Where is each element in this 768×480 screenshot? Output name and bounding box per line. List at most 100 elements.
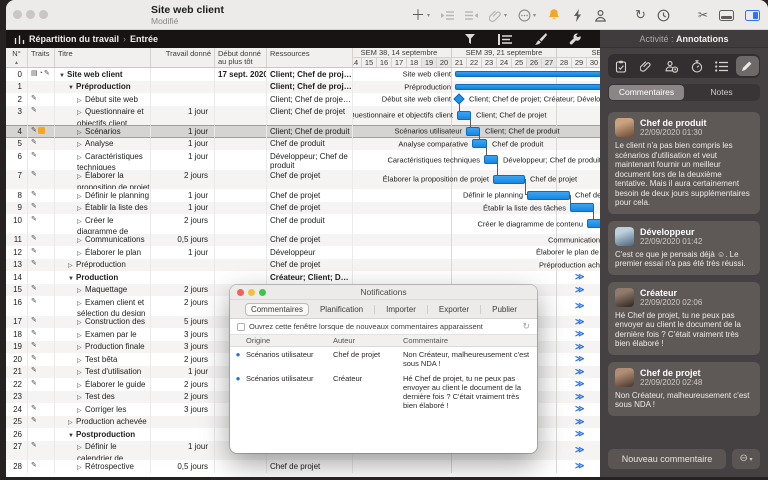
task-resources[interactable]: Créateur; Client; D… bbox=[267, 271, 353, 284]
clock-icon[interactable]: ◔ bbox=[39, 70, 43, 78]
task-title[interactable]: ▷Élaborer le guide de style bbox=[55, 378, 151, 391]
task-title[interactable]: ▷Examen par le client bbox=[55, 328, 151, 341]
comment-card[interactable]: Développeur22/09/2020 01:42C'est ce que … bbox=[608, 221, 760, 275]
task-title[interactable]: ▷Scénarios utilisateur bbox=[55, 125, 151, 138]
expand-icon[interactable]: ▷ bbox=[77, 154, 85, 164]
task-title[interactable]: ▷Communications bbox=[55, 234, 151, 247]
task-work[interactable]: 1 jour bbox=[151, 138, 215, 151]
expand-icon[interactable]: ▷ bbox=[77, 218, 85, 228]
task-start[interactable] bbox=[215, 150, 267, 170]
expand-icon[interactable]: ▷ bbox=[77, 141, 85, 150]
offscreen-task-chevron-icon[interactable]: ≫ bbox=[575, 367, 584, 377]
task-title[interactable]: ▷Maquettage bbox=[55, 284, 151, 297]
task-start[interactable] bbox=[215, 246, 267, 259]
expand-icon[interactable]: ▷ bbox=[77, 193, 85, 202]
expand-icon[interactable]: ▷ bbox=[77, 344, 85, 353]
collapse-icon[interactable]: ▼ bbox=[68, 84, 76, 93]
table-row[interactable]: 4✎▷Scénarios utilisateur1 jourClient; Ch… bbox=[6, 125, 600, 138]
pencil-icon[interactable]: ✎ bbox=[31, 127, 37, 135]
task-resources[interactable]: Chef de produit bbox=[267, 138, 353, 151]
offscreen-task-chevron-icon[interactable]: ≫ bbox=[575, 285, 584, 295]
expand-icon[interactable]: ▷ bbox=[77, 332, 85, 341]
offscreen-task-chevron-icon[interactable]: ≫ bbox=[575, 430, 584, 440]
table-row[interactable]: 9✎▷Établir la liste des tâches1 jourChef… bbox=[6, 202, 600, 215]
table-row[interactable]: 14▼ProductionCréateur; Client; D…≫ bbox=[6, 271, 600, 284]
task-title[interactable]: ▷Début site web client bbox=[55, 93, 151, 106]
table-row[interactable]: 2✎▷Début site web clientClient; Chef de … bbox=[6, 93, 600, 106]
task-start[interactable] bbox=[215, 81, 267, 94]
task-work[interactable]: 2 jours bbox=[151, 378, 215, 391]
attachment-icon[interactable] bbox=[634, 56, 657, 76]
filter-icon[interactable] bbox=[464, 33, 476, 45]
pencil-icon[interactable]: ✎ bbox=[31, 107, 37, 115]
gantt-bar[interactable] bbox=[587, 219, 600, 228]
table-row[interactable]: 28✎▷Rétrospective0,5 joursChef de projet… bbox=[6, 460, 600, 473]
notif-zoom-button[interactable] bbox=[259, 289, 266, 296]
expand-icon[interactable]: ▷ bbox=[77, 173, 85, 183]
notifications-window[interactable]: Notifications CommentairesPlanificationI… bbox=[230, 285, 537, 453]
task-work[interactable]: 1 jour bbox=[151, 125, 215, 138]
expand-icon[interactable]: ▷ bbox=[77, 300, 85, 310]
pencil-icon[interactable]: ✎ bbox=[31, 191, 37, 199]
table-row[interactable]: 7✎▷Élaborer la proposition de projet2 jo… bbox=[6, 170, 600, 190]
task-resources[interactable]: Client; Chef de proj… bbox=[267, 68, 353, 81]
col-header-resources[interactable]: Ressources bbox=[267, 48, 353, 67]
pencil-icon[interactable]: ✎ bbox=[31, 235, 37, 243]
breadcrumb[interactable]: Répartition du travail › Entrée bbox=[14, 34, 158, 44]
notif-tab-importer[interactable]: Importer bbox=[381, 304, 421, 315]
task-start[interactable] bbox=[215, 93, 267, 106]
doc-icon[interactable]: ▤ bbox=[31, 70, 38, 78]
gantt-bar[interactable] bbox=[472, 139, 487, 148]
task-work[interactable]: 1 jour bbox=[151, 246, 215, 259]
task-work[interactable]: 1 jour bbox=[151, 106, 215, 126]
gantt-bar[interactable] bbox=[466, 127, 480, 136]
resources-person-icon[interactable] bbox=[594, 9, 607, 22]
task-resources[interactable]: Chef de projet bbox=[267, 460, 353, 473]
style-brush-icon[interactable] bbox=[534, 33, 547, 45]
task-start[interactable] bbox=[215, 170, 267, 190]
task-title[interactable]: ▷Élaborer le plan de site bbox=[55, 246, 151, 259]
expand-icon[interactable]: ▷ bbox=[77, 382, 85, 391]
tab-notes[interactable]: Notes bbox=[684, 85, 759, 100]
task-title[interactable]: ▷Corriger les bogues bbox=[55, 403, 151, 416]
task-resources[interactable]: Client; Chef de projet bbox=[267, 106, 353, 126]
comment-card[interactable]: Chef de produit22/09/2020 01:30Le client… bbox=[608, 112, 760, 214]
notification-row[interactable]: ●Scénarios utilisateurChef de projetNon … bbox=[230, 347, 537, 371]
pencil-icon[interactable]: ✎ bbox=[31, 442, 37, 450]
task-title[interactable]: ▷Production finale du site bbox=[55, 341, 151, 354]
history-clock-icon[interactable] bbox=[657, 9, 670, 22]
expand-icon[interactable]: ▷ bbox=[77, 129, 85, 138]
task-title[interactable]: ▷Production achevée bbox=[55, 416, 151, 429]
gantt-bar[interactable] bbox=[570, 203, 594, 212]
pencil-icon[interactable]: ✎ bbox=[31, 355, 37, 363]
collapse-icon[interactable]: ▼ bbox=[68, 432, 76, 441]
pencil-icon[interactable]: ✎ bbox=[31, 95, 37, 103]
notif-col-auteur[interactable]: Auteur bbox=[333, 335, 403, 346]
task-work[interactable]: 2 jours bbox=[151, 284, 215, 297]
expand-icon[interactable]: ▷ bbox=[77, 109, 85, 119]
expand-icon[interactable]: ▷ bbox=[77, 444, 85, 454]
expand-icon[interactable]: ▷ bbox=[77, 287, 85, 296]
offscreen-task-chevron-icon[interactable]: ≫ bbox=[575, 417, 584, 427]
task-work[interactable]: 0,5 jours bbox=[151, 234, 215, 247]
gantt-bar[interactable] bbox=[493, 175, 525, 184]
new-comment-button[interactable]: Nouveau commentaire bbox=[608, 449, 726, 469]
annotate-pencil-icon[interactable] bbox=[736, 56, 759, 76]
pencil-icon[interactable]: ✎ bbox=[31, 342, 37, 350]
task-resources[interactable]: Client; Chef de proje… bbox=[267, 93, 353, 106]
violations-bolt-icon[interactable] bbox=[572, 9, 583, 22]
task-start[interactable] bbox=[215, 259, 267, 272]
notif-tab-commentaires[interactable]: Commentaires bbox=[245, 303, 309, 316]
offscreen-task-chevron-icon[interactable]: ≫ bbox=[575, 380, 584, 390]
panel-right-toggle[interactable] bbox=[745, 10, 760, 21]
table-row[interactable]: 12✎▷Élaborer le plan de site1 jourDévelo… bbox=[6, 246, 600, 259]
task-resources[interactable]: Chef de projet bbox=[267, 202, 353, 215]
table-row[interactable]: 8✎▷Définir le planning1 jourChef de proj… bbox=[6, 189, 600, 202]
wrench-icon[interactable] bbox=[569, 33, 582, 46]
task-start[interactable] bbox=[215, 460, 267, 473]
offscreen-task-chevron-icon[interactable]: ≫ bbox=[575, 317, 584, 327]
attach-button[interactable]: ▾ bbox=[489, 9, 507, 22]
offscreen-task-chevron-icon[interactable]: ≫ bbox=[575, 462, 584, 472]
task-resources[interactable]: Chef de projet bbox=[267, 189, 353, 202]
table-row[interactable]: 11✎▷Communications0,5 joursChef de proje… bbox=[6, 234, 600, 247]
